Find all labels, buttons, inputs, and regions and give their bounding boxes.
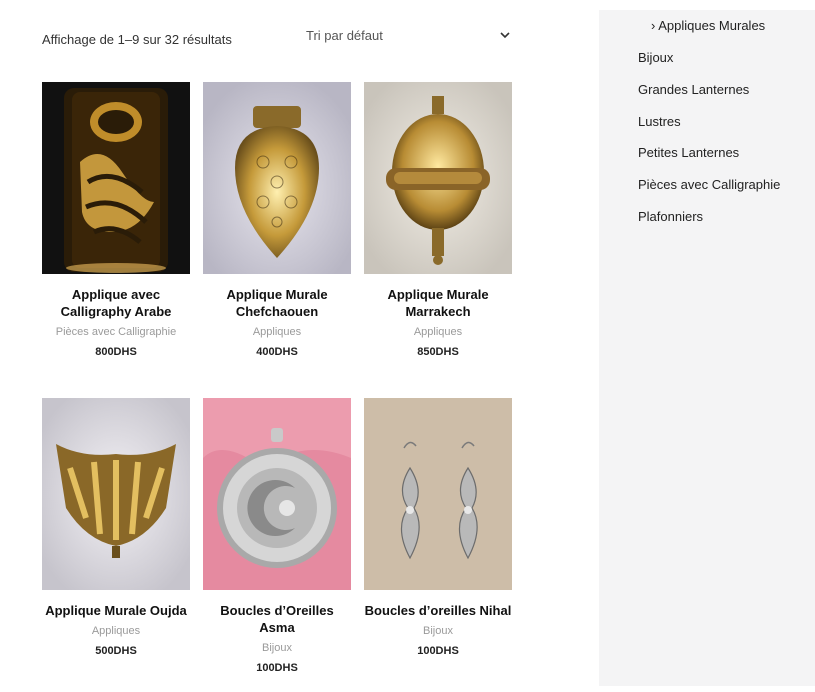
product-category[interactable]: Bijoux (364, 625, 512, 637)
category-item-appliques-murales[interactable]: › Appliques Murales (651, 18, 765, 33)
category-item-pieces-avec-calligraphie[interactable]: Pièces avec Calligraphie (638, 177, 780, 192)
product-title[interactable]: Applique Murale Chefchaouen (203, 286, 351, 320)
result-count: Affichage de 1–9 sur 32 résultats (42, 32, 232, 47)
category-item-plafonniers[interactable]: Plafonniers (638, 209, 703, 224)
sort-select[interactable]: Tri par défaut (306, 22, 512, 48)
product-image[interactable] (203, 82, 351, 274)
product-image[interactable] (42, 82, 190, 274)
product-title[interactable]: Applique avec Calligraphy Arabe (42, 286, 190, 320)
product-title[interactable]: Applique Murale Oujda (42, 602, 190, 619)
product-title[interactable]: Boucles d’Oreilles Asma (203, 602, 351, 636)
product-price: 500DHS (95, 645, 137, 657)
product-title[interactable]: Boucles d’oreilles Nihal (364, 602, 512, 619)
product-category[interactable]: Pièces avec Calligraphie (42, 326, 190, 338)
product-image[interactable] (364, 82, 512, 274)
product-category[interactable]: Appliques (203, 326, 351, 338)
product-price: 400DHS (256, 346, 298, 358)
category-sidebar: › Appliques Murales Bijoux Grandes Lante… (599, 10, 815, 686)
category-item-petites-lanternes[interactable]: Petites Lanternes (638, 145, 739, 160)
product-card[interactable]: Applique avec Calligraphy Arabe Pièces av… (42, 82, 190, 358)
category-item-grandes-lanternes[interactable]: Grandes Lanternes (638, 82, 749, 97)
product-card[interactable]: Applique Murale Marrakech Appliques 850DH… (364, 82, 512, 358)
product-card[interactable]: Applique Murale Oujda Appliques 500DHS (42, 398, 190, 657)
category-item-lustres[interactable]: Lustres (638, 114, 681, 129)
product-price: 800DHS (95, 346, 137, 358)
product-card[interactable]: Boucles d’Oreilles Asma Bijoux 100DHS (203, 398, 351, 674)
product-category[interactable]: Appliques (42, 625, 190, 637)
product-price: 100DHS (417, 645, 459, 657)
sort-label: Tri par défaut (306, 27, 383, 43)
chevron-down-icon (498, 28, 512, 42)
product-category[interactable]: Bijoux (203, 642, 351, 654)
product-category[interactable]: Appliques (364, 326, 512, 338)
product-image[interactable] (364, 398, 512, 590)
product-card[interactable]: Boucles d’oreilles Nihal Bijoux 100DHS (364, 398, 512, 657)
product-price: 100DHS (256, 662, 298, 674)
product-price: 850DHS (417, 346, 459, 358)
product-image[interactable] (42, 398, 190, 590)
product-title[interactable]: Applique Murale Marrakech (364, 286, 512, 320)
product-image[interactable] (203, 398, 351, 590)
product-card[interactable]: Applique Murale Chefchaouen Appliques 400… (203, 82, 351, 358)
category-item-bijoux[interactable]: Bijoux (638, 50, 673, 65)
